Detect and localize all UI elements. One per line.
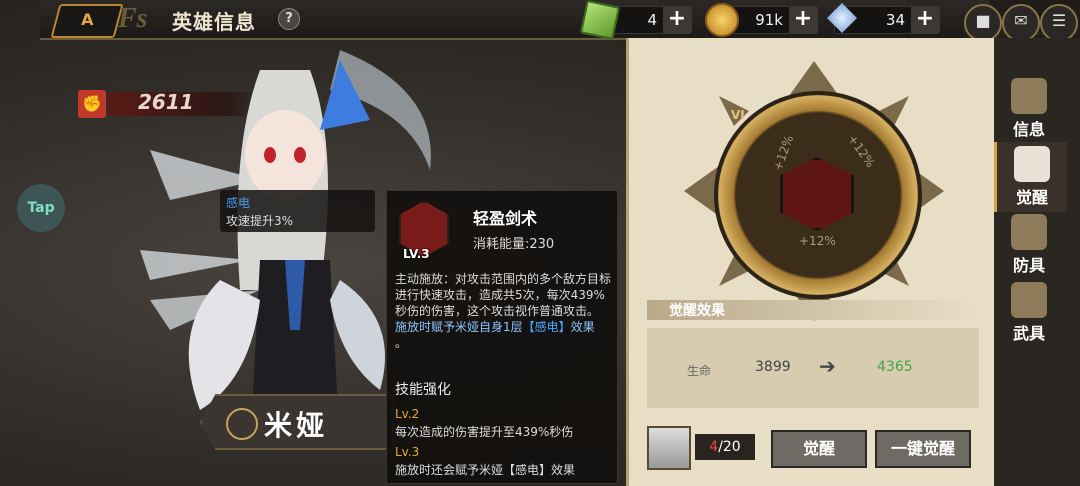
awaken-effect-header: 觉醒效果 [647,300,977,320]
enhance-lv2-text: 每次造成的伤害提升至439%秒伤 [395,425,574,439]
skill-name: 轻盈剑术 [473,209,538,228]
enhance-lv3: Lv.3 施放时还会赋予米娅【感电】效果 [395,445,575,478]
skill-desc-period: 。 [395,336,408,350]
enhance-lv3-text-a: 施放时还会赋予米娅 [395,463,504,477]
skill-desc-main: 主动施放：对攻击范围内的多个敌方目标进行快速攻击，造成共5次，每次439%秒伤的… [395,272,612,318]
tab-weapon-label: 武具 [1012,324,1045,343]
chat-icon[interactable]: ■ [964,4,1002,42]
hero-name-plate: 米娅 [200,394,394,450]
tab-info-label: 信息 [1012,120,1045,139]
skill-level: LV.3 [403,247,430,261]
menu-icon[interactable]: ☰ [1040,4,1078,42]
enhance-lv3-text: 施放时还会赋予米娅【感电】效果 [395,461,575,478]
enhance-lv2-label: Lv.2 [395,407,420,421]
shard-current: 4 [709,439,719,455]
stat-label: 生命 [687,364,712,378]
enhance-lv2: Lv.2 每次造成的伤害提升至439%秒伤 [395,407,573,440]
add-crystal-button[interactable]: + [911,7,939,33]
enhance-lv3-label: Lv.3 [395,445,420,459]
skill-tooltip: LV.3 轻盈剑术 消耗能量:230 主动施放：对攻击范围内的多个敌方目标进行快… [386,190,618,484]
skill-desc-cast: 施放时赋予米娅自身1层 [395,320,523,334]
add-gold-button[interactable]: + [789,7,817,33]
hero-name: 米娅 [264,409,329,442]
tab-weapon[interactable]: 武具 [994,278,1064,348]
awaken-panel: VI +12% +12% +12% 觉醒效果 生命 3899 ➔ 4365 4/… [626,38,997,486]
back-label: A [81,10,94,29]
crystal-count: 34 [885,11,905,29]
enhance-lv3-text-c: 效果 [551,463,576,477]
add-gems-button[interactable]: + [663,7,691,33]
book-icon [1011,78,1047,114]
gem-count: 4 [647,11,657,29]
mail-icon[interactable]: ✉ [1002,4,1040,42]
gold-coin-icon [705,3,739,37]
skill-cost: 消耗能量:230 [473,237,555,252]
buff-desc: 攻速提升3% [226,214,294,228]
dial-segment-3: +12% [799,234,836,248]
green-gem-icon [579,0,621,41]
awaken-stat-box: 生命 3899 ➔ 4365 [647,328,979,408]
one-click-awaken-button[interactable]: 一键觉醒 [875,430,971,468]
tab-info[interactable]: 信息 [994,74,1064,144]
gold-count: 91k [755,11,783,29]
tab-armor[interactable]: 防具 [994,210,1064,280]
stat-after: 4365 [877,359,913,375]
shard-total: /20 [718,439,741,455]
buff-name: 感电 [226,196,251,210]
awaken-effect-title: 觉醒效果 [669,303,725,319]
fist-icon: ✊ [78,90,106,118]
awaken-actions: 4/20 觉醒 一键觉醒 [647,424,987,470]
tap-button[interactable]: Tap [17,184,65,232]
armor-icon [1011,214,1047,250]
help-icon[interactable]: ? [278,8,300,30]
skill-desc-buff: 【感电】 [522,320,571,334]
shard-count: 4/20 [695,434,755,460]
awaken-button[interactable]: 觉醒 [771,430,867,468]
awaken-rank: VI [731,108,745,122]
stat-before: 3899 [755,359,791,375]
tab-awaken[interactable]: 觉醒 [994,142,1067,212]
skill-description: 主动施放：对攻击范围内的多个敌方目标进行快速攻击，造成共5次，每次439%秒伤的… [395,271,613,351]
side-tabs: 信息 觉醒 防具 武具 [994,38,1080,486]
awaken-dial: VI +12% +12% +12% [679,56,949,326]
resource-gems: 4 + [579,0,692,41]
resource-gold: 91k + [705,3,818,37]
weapon-icon [1011,282,1047,318]
tab-awaken-label: 觉醒 [1015,188,1048,207]
enhance-title: 技能强化 [395,382,451,398]
buff-tooltip: 感电 攻速提升3% [220,190,375,232]
enhance-lv3-buff: 【感电】 [503,463,552,477]
resource-crystal: 34 + [827,3,940,34]
hero-shard-avatar [647,426,691,470]
class-emblem-icon [226,408,258,440]
tab-armor-label: 防具 [1012,256,1045,275]
awaken-icon [1014,146,1050,182]
skill-desc-effect: 效果 [570,320,595,334]
arrow-right-icon: ➔ [819,354,836,378]
